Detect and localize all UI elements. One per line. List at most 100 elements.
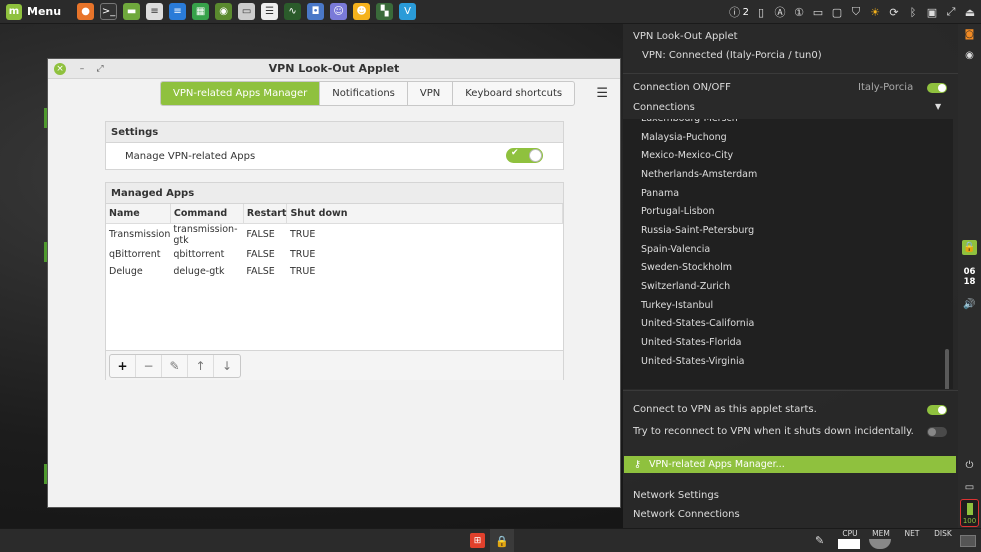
remove-row-button[interactable]: − [136, 354, 162, 377]
reconnect-switch[interactable] [927, 427, 947, 437]
connection-item[interactable]: Spain-Valencia [623, 240, 953, 259]
managed-apps-table: Name Command Restart Shut down Transmiss… [106, 204, 563, 280]
connection-item[interactable]: Panama [623, 184, 953, 203]
files-icon[interactable]: ▬ [123, 3, 141, 20]
chat-icon[interactable]: ☺ [330, 3, 348, 20]
hamburger-menu-icon[interactable]: ☰ [596, 86, 608, 101]
cell-shutdown[interactable]: TRUE [287, 246, 563, 263]
clock[interactable]: 06 18 [961, 267, 978, 287]
update-icon[interactable]: ⟳ [887, 5, 901, 19]
minimize-icon[interactable]: – [76, 63, 88, 75]
workspace-number[interactable]: 2 [743, 7, 749, 18]
connection-item[interactable]: Luxembourg-Mersch [623, 119, 953, 128]
gimp-icon[interactable]: ◉ [215, 3, 233, 20]
connection-item[interactable]: Russia-Saint-Petersburg [623, 221, 953, 240]
calc-icon[interactable]: ▦ [192, 3, 210, 20]
cell-restart[interactable]: FALSE [243, 263, 287, 280]
connection-item[interactable]: United-States-Florida [623, 333, 953, 352]
connection-item[interactable]: Netherlands-Amsterdam [623, 165, 953, 184]
connection-item[interactable]: Turkey-Istanbul [623, 296, 953, 315]
column-header-command[interactable]: Command [170, 204, 244, 224]
expand-icon[interactable]: ⤢ [944, 5, 958, 19]
window-icon[interactable]: ▢ [830, 5, 844, 19]
cell-shutdown[interactable]: TRUE [287, 223, 563, 246]
taskbar-app-icon[interactable]: ⊞ [470, 533, 485, 548]
table-row[interactable]: qBittorrent qbittorrent FALSE TRUE [106, 246, 563, 263]
weather-icon[interactable]: ☀ [868, 5, 882, 19]
volume-icon[interactable]: 🔊 [962, 297, 977, 312]
vpn-editor-icon[interactable]: V [399, 3, 417, 20]
eject-icon[interactable]: ⏏ [963, 5, 977, 19]
cell-command: transmission-gtk [173, 223, 238, 246]
system-monitor[interactable]: CPU MEM NET DISK [838, 529, 955, 549]
firefox-icon[interactable]: ● [77, 3, 95, 20]
connection-toggle-label[interactable]: Connection ON/OFF [633, 82, 731, 93]
tab-vpn[interactable]: VPN [408, 82, 454, 105]
clock-minute: 18 [963, 277, 976, 287]
move-up-button[interactable]: ↑ [188, 354, 214, 377]
text-editor-icon[interactable]: ≡ [146, 3, 164, 20]
record-icon[interactable]: ◉ [962, 48, 977, 63]
close-icon[interactable]: × [54, 62, 66, 75]
connections-scrollbar[interactable] [945, 349, 949, 389]
taskbar-lock-icon[interactable]: 🔒 [490, 529, 514, 552]
boxes-icon[interactable]: ▚ [376, 3, 394, 20]
connections-label[interactable]: Connections [633, 102, 695, 113]
a-icon[interactable]: Ⓐ [773, 5, 787, 19]
move-down-button[interactable]: ↓ [214, 355, 240, 377]
connection-item[interactable]: Mexico-Mexico-City [623, 146, 953, 165]
column-header-shutdown[interactable]: Shut down [286, 204, 563, 224]
terminal-icon[interactable]: >_ [100, 3, 118, 20]
menu-button[interactable]: m Menu [0, 0, 67, 24]
tab-apps-manager[interactable]: VPN-related Apps Manager [161, 82, 321, 105]
edit-row-button[interactable]: ✎ [162, 354, 188, 377]
notes-icon[interactable]: ✎ [815, 534, 824, 547]
table-row[interactable]: Deluge deluge-gtk FALSE TRUE [106, 263, 563, 280]
connect-on-start-switch[interactable] [927, 405, 947, 415]
vpn-lock-icon[interactable]: 🔒 [962, 240, 977, 255]
connection-switch[interactable] [927, 83, 947, 93]
column-header-restart[interactable]: Restart [243, 204, 288, 224]
system-monitor-icon[interactable]: ∿ [284, 3, 302, 20]
bluetooth-icon[interactable]: ᛒ [906, 5, 920, 19]
column-header-name[interactable]: Name [106, 204, 171, 224]
tab-notifications[interactable]: Notifications [320, 82, 408, 105]
titlebar[interactable]: × – ⤢ VPN Look-Out Applet [48, 59, 620, 79]
tab-keyboard-shortcuts[interactable]: Keyboard shortcuts [453, 82, 574, 105]
cell-restart[interactable]: FALSE [243, 223, 287, 246]
rss-icon[interactable]: ◙ [962, 27, 977, 42]
connection-item[interactable]: Sweden-Stockholm [623, 259, 953, 278]
manage-apps-switch[interactable]: ✔ [506, 148, 543, 163]
connection-item[interactable]: United-States-Virginia [623, 352, 953, 371]
screen-icon[interactable]: ▭ [811, 5, 825, 19]
power-icon[interactable]: ⏻ [962, 458, 977, 473]
clipboard-icon[interactable]: ▯ [754, 5, 768, 19]
info-icon[interactable]: ⓘ [728, 5, 742, 19]
game-icon[interactable]: ☻ [353, 3, 371, 20]
connection-item[interactable]: United-States-California [623, 315, 953, 334]
cell-shutdown[interactable]: TRUE [287, 263, 563, 280]
screenshot-icon[interactable]: ◘ [307, 3, 325, 20]
connection-item[interactable]: Switzerland-Zurich [623, 277, 953, 296]
workspace-switcher[interactable] [960, 535, 976, 547]
table-row[interactable]: Transmission transmission-gtk FALSE TRUE [106, 223, 563, 246]
connection-item[interactable]: Portugal-Lisbon [623, 202, 953, 221]
network-connections-item[interactable]: Network Connections [633, 509, 740, 520]
connect-on-start-label[interactable]: Connect to VPN as this applet starts. [633, 404, 817, 415]
writer-icon[interactable]: ≡ [169, 3, 187, 20]
display-icon[interactable]: ▭ [962, 480, 977, 495]
battery-widget[interactable]: 100 [960, 499, 979, 527]
window-list-icon[interactable]: ▣ [925, 5, 939, 19]
connection-item[interactable]: Malaysia-Puchong [623, 128, 953, 147]
network-settings-item[interactable]: Network Settings [633, 490, 719, 501]
settings-icon[interactable]: ☰ [261, 3, 279, 20]
cell-restart[interactable]: FALSE [243, 246, 287, 263]
chevron-down-icon[interactable]: ▼ [935, 102, 941, 111]
printer-icon[interactable]: ▭ [238, 3, 256, 20]
maximize-icon[interactable]: ⤢ [94, 63, 106, 75]
apps-manager-menu-item[interactable]: ⚷ VPN-related Apps Manager... [624, 456, 956, 473]
one-icon[interactable]: ① [792, 5, 806, 19]
shield-icon[interactable]: ⛉ [849, 5, 863, 19]
add-row-button[interactable]: + [110, 354, 136, 377]
reconnect-label[interactable]: Try to reconnect to VPN when it shuts do… [633, 426, 914, 437]
